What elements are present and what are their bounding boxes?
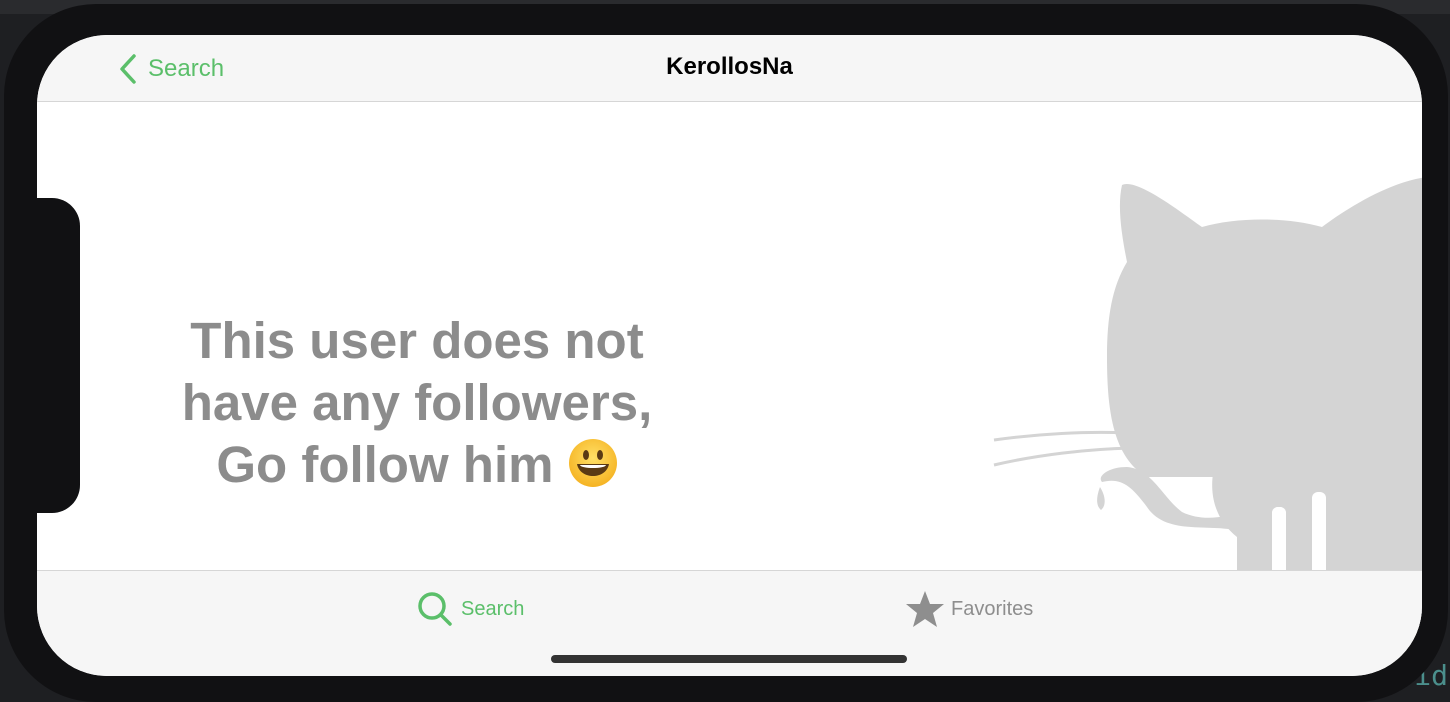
empty-state-line-3: Go follow him: [216, 436, 554, 493]
tab-favorites-label: Favorites: [951, 597, 1034, 620]
home-indicator[interactable]: [551, 655, 907, 663]
app-screen: Search KerollosNa This user does not hav…: [37, 35, 1422, 676]
grinning-face-emoji-icon: [568, 439, 617, 487]
empty-state-line-3-wrapper: Go follow him: [167, 434, 667, 496]
followers-content: This user does not have any followers, G…: [37, 102, 1422, 647]
empty-state-message: This user does not have any followers, G…: [167, 310, 667, 496]
tab-favorites[interactable]: Favorites: [905, 589, 1033, 629]
magnifying-glass-icon: [418, 592, 452, 626]
tab-search[interactable]: Search: [415, 589, 524, 629]
tab-search-label: Search: [461, 597, 525, 620]
empty-state-line-1: This user does not: [190, 312, 644, 369]
star-icon: [906, 591, 944, 627]
device-notch: [33, 198, 80, 513]
navigation-bar: Search KerollosNa: [37, 35, 1422, 102]
simulator-device-frame: Search KerollosNa This user does not hav…: [4, 4, 1448, 702]
empty-state-line-2: have any followers,: [181, 374, 653, 431]
page-title: KerollosNa: [666, 53, 793, 80]
